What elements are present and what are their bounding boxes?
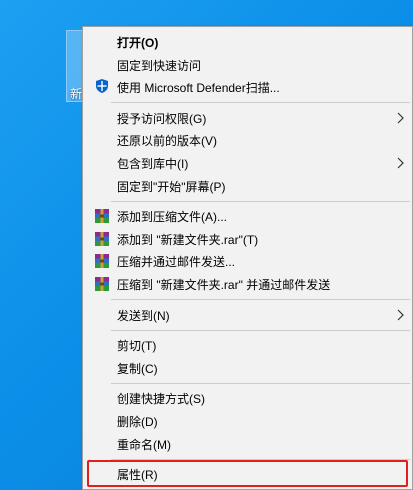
menu-item-label: 删除(D) bbox=[117, 415, 158, 429]
menu-separator bbox=[111, 102, 410, 104]
menu-item[interactable]: 创建快捷方式(S) bbox=[83, 387, 412, 409]
menu-item-label: 复制(C) bbox=[117, 361, 158, 376]
menu-item[interactable]: 还原以前的版本(V) bbox=[83, 129, 412, 151]
menu-item[interactable]: 授予访问权限(G) bbox=[83, 107, 412, 129]
menu-item[interactable]: 剪切(T) bbox=[83, 334, 412, 356]
menu-separator bbox=[111, 382, 410, 384]
menu-item-label: 创建快捷方式(S) bbox=[117, 392, 205, 407]
menu-item[interactable]: 发送到(N) bbox=[83, 304, 412, 326]
menu-item-label: 打开(O) bbox=[117, 36, 159, 50]
menu-item-label: 添加到压缩文件(A)... bbox=[117, 210, 227, 225]
menu-item-label: 压缩并通过邮件发送... bbox=[117, 255, 236, 270]
menu-item[interactable]: 打开(O) bbox=[83, 31, 412, 53]
winrar-icon bbox=[94, 276, 110, 292]
menu-separator bbox=[111, 329, 410, 331]
menu-item-label: 剪切(T) bbox=[117, 339, 157, 354]
menu-item[interactable]: 复制(C) bbox=[83, 357, 412, 379]
menu-item-label: 固定到"开始"屏幕(P) bbox=[117, 179, 226, 194]
menu-item[interactable]: 删除(D) bbox=[83, 410, 412, 432]
menu-item-label: 包含到库中(I) bbox=[117, 157, 189, 171]
menu-item-label: 添加到 "新建文件夹.rar"(T) bbox=[117, 232, 259, 247]
menu-separator bbox=[111, 299, 410, 301]
menu-item[interactable]: 压缩到 "新建文件夹.rar" 并通过邮件发送 bbox=[83, 273, 412, 295]
menu-item[interactable]: 固定到"开始"屏幕(P) bbox=[83, 175, 412, 197]
menu-item-label: 固定到快速访问 bbox=[117, 58, 202, 73]
winrar-icon bbox=[94, 231, 110, 247]
menu-item[interactable]: 包含到库中(I) bbox=[83, 152, 412, 174]
winrar-icon bbox=[94, 253, 110, 269]
defender-shield-icon bbox=[94, 78, 110, 94]
menu-separator bbox=[111, 200, 410, 202]
menu-item[interactable]: 重命名(M) bbox=[83, 433, 412, 455]
menu-item[interactable]: 压缩并通过邮件发送... bbox=[83, 250, 412, 272]
menu-item-label: 使用 Microsoft Defender扫描... bbox=[117, 81, 280, 96]
menu-item-label: 授予访问权限(G) bbox=[117, 111, 207, 126]
desktop-icon-label: 新 bbox=[70, 87, 83, 101]
menu-item[interactable]: 固定到快速访问 bbox=[83, 54, 412, 76]
menu-item-label: 还原以前的版本(V) bbox=[117, 134, 217, 149]
menu-item[interactable]: 使用 Microsoft Defender扫描... bbox=[83, 76, 412, 98]
menu-item[interactable]: 添加到压缩文件(A)... bbox=[83, 205, 412, 227]
highlight-box bbox=[87, 460, 408, 488]
menu-item-label: 压缩到 "新建文件夹.rar" 并通过邮件发送 bbox=[117, 278, 331, 292]
menu-item[interactable]: 添加到 "新建文件夹.rar"(T) bbox=[83, 228, 412, 250]
menu-item-label: 重命名(M) bbox=[117, 437, 171, 452]
menu-item-label: 发送到(N) bbox=[117, 308, 170, 323]
winrar-icon bbox=[94, 208, 110, 224]
context-menu: 打开(O) 固定到快速访问使用 Microsoft Defender扫描... 授予… bbox=[82, 26, 413, 490]
